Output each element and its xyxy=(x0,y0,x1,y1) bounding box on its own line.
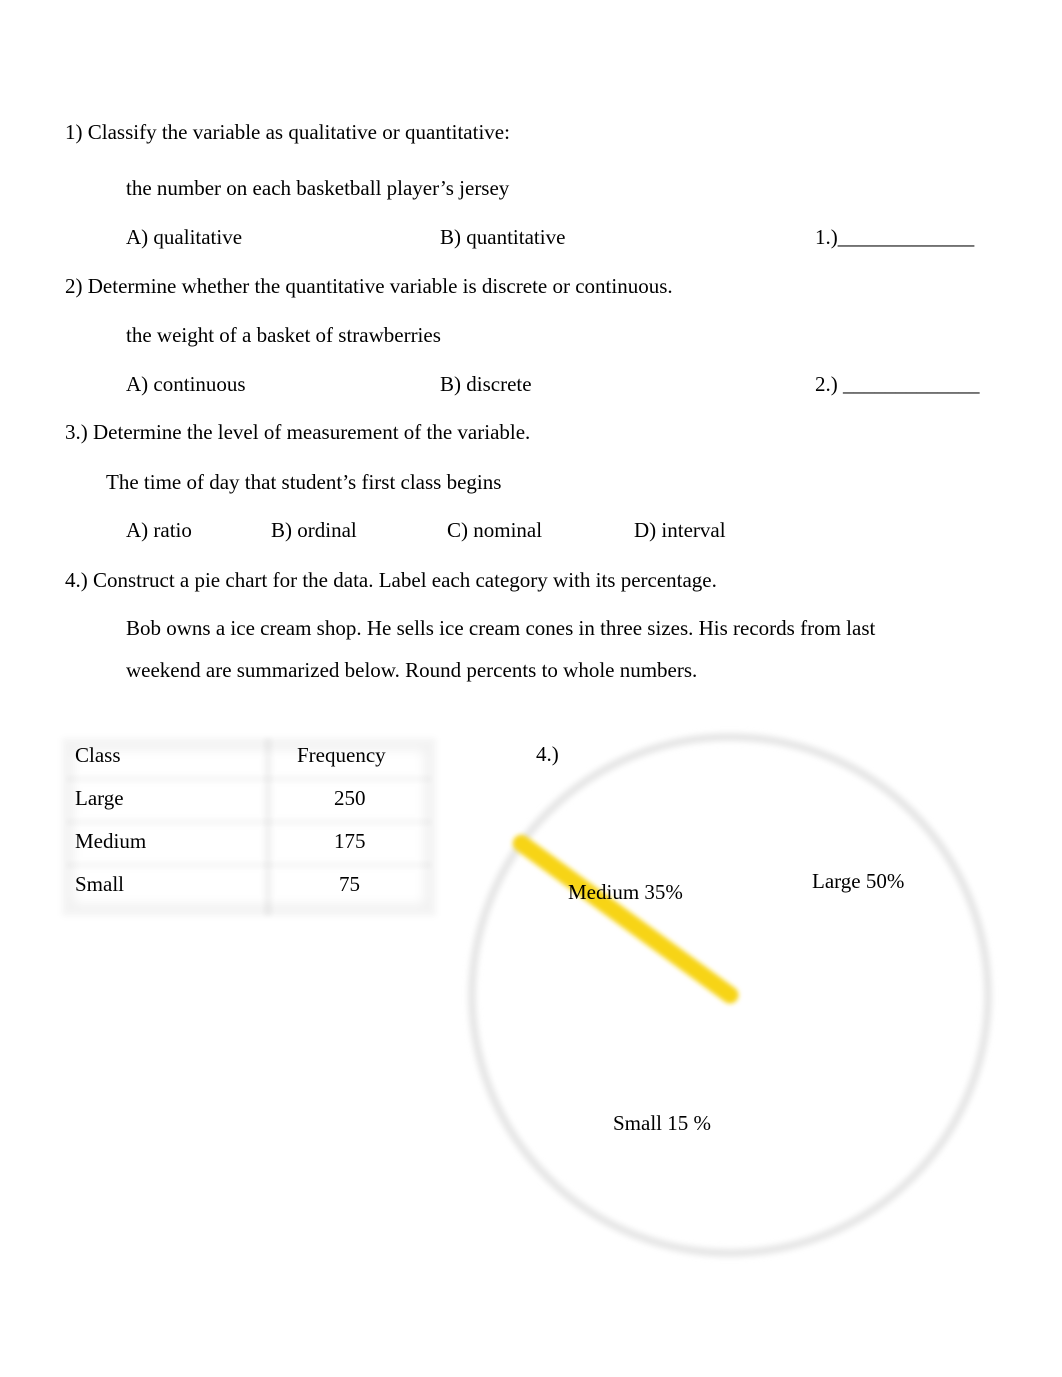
pie-label-small: Small 15 % xyxy=(613,1111,711,1135)
pie-label-large: Large 50% xyxy=(812,869,905,893)
pie-label-medium: Medium 35% xyxy=(568,880,683,904)
pie-slice-divider xyxy=(512,834,739,1004)
pie-chart xyxy=(468,728,992,1262)
